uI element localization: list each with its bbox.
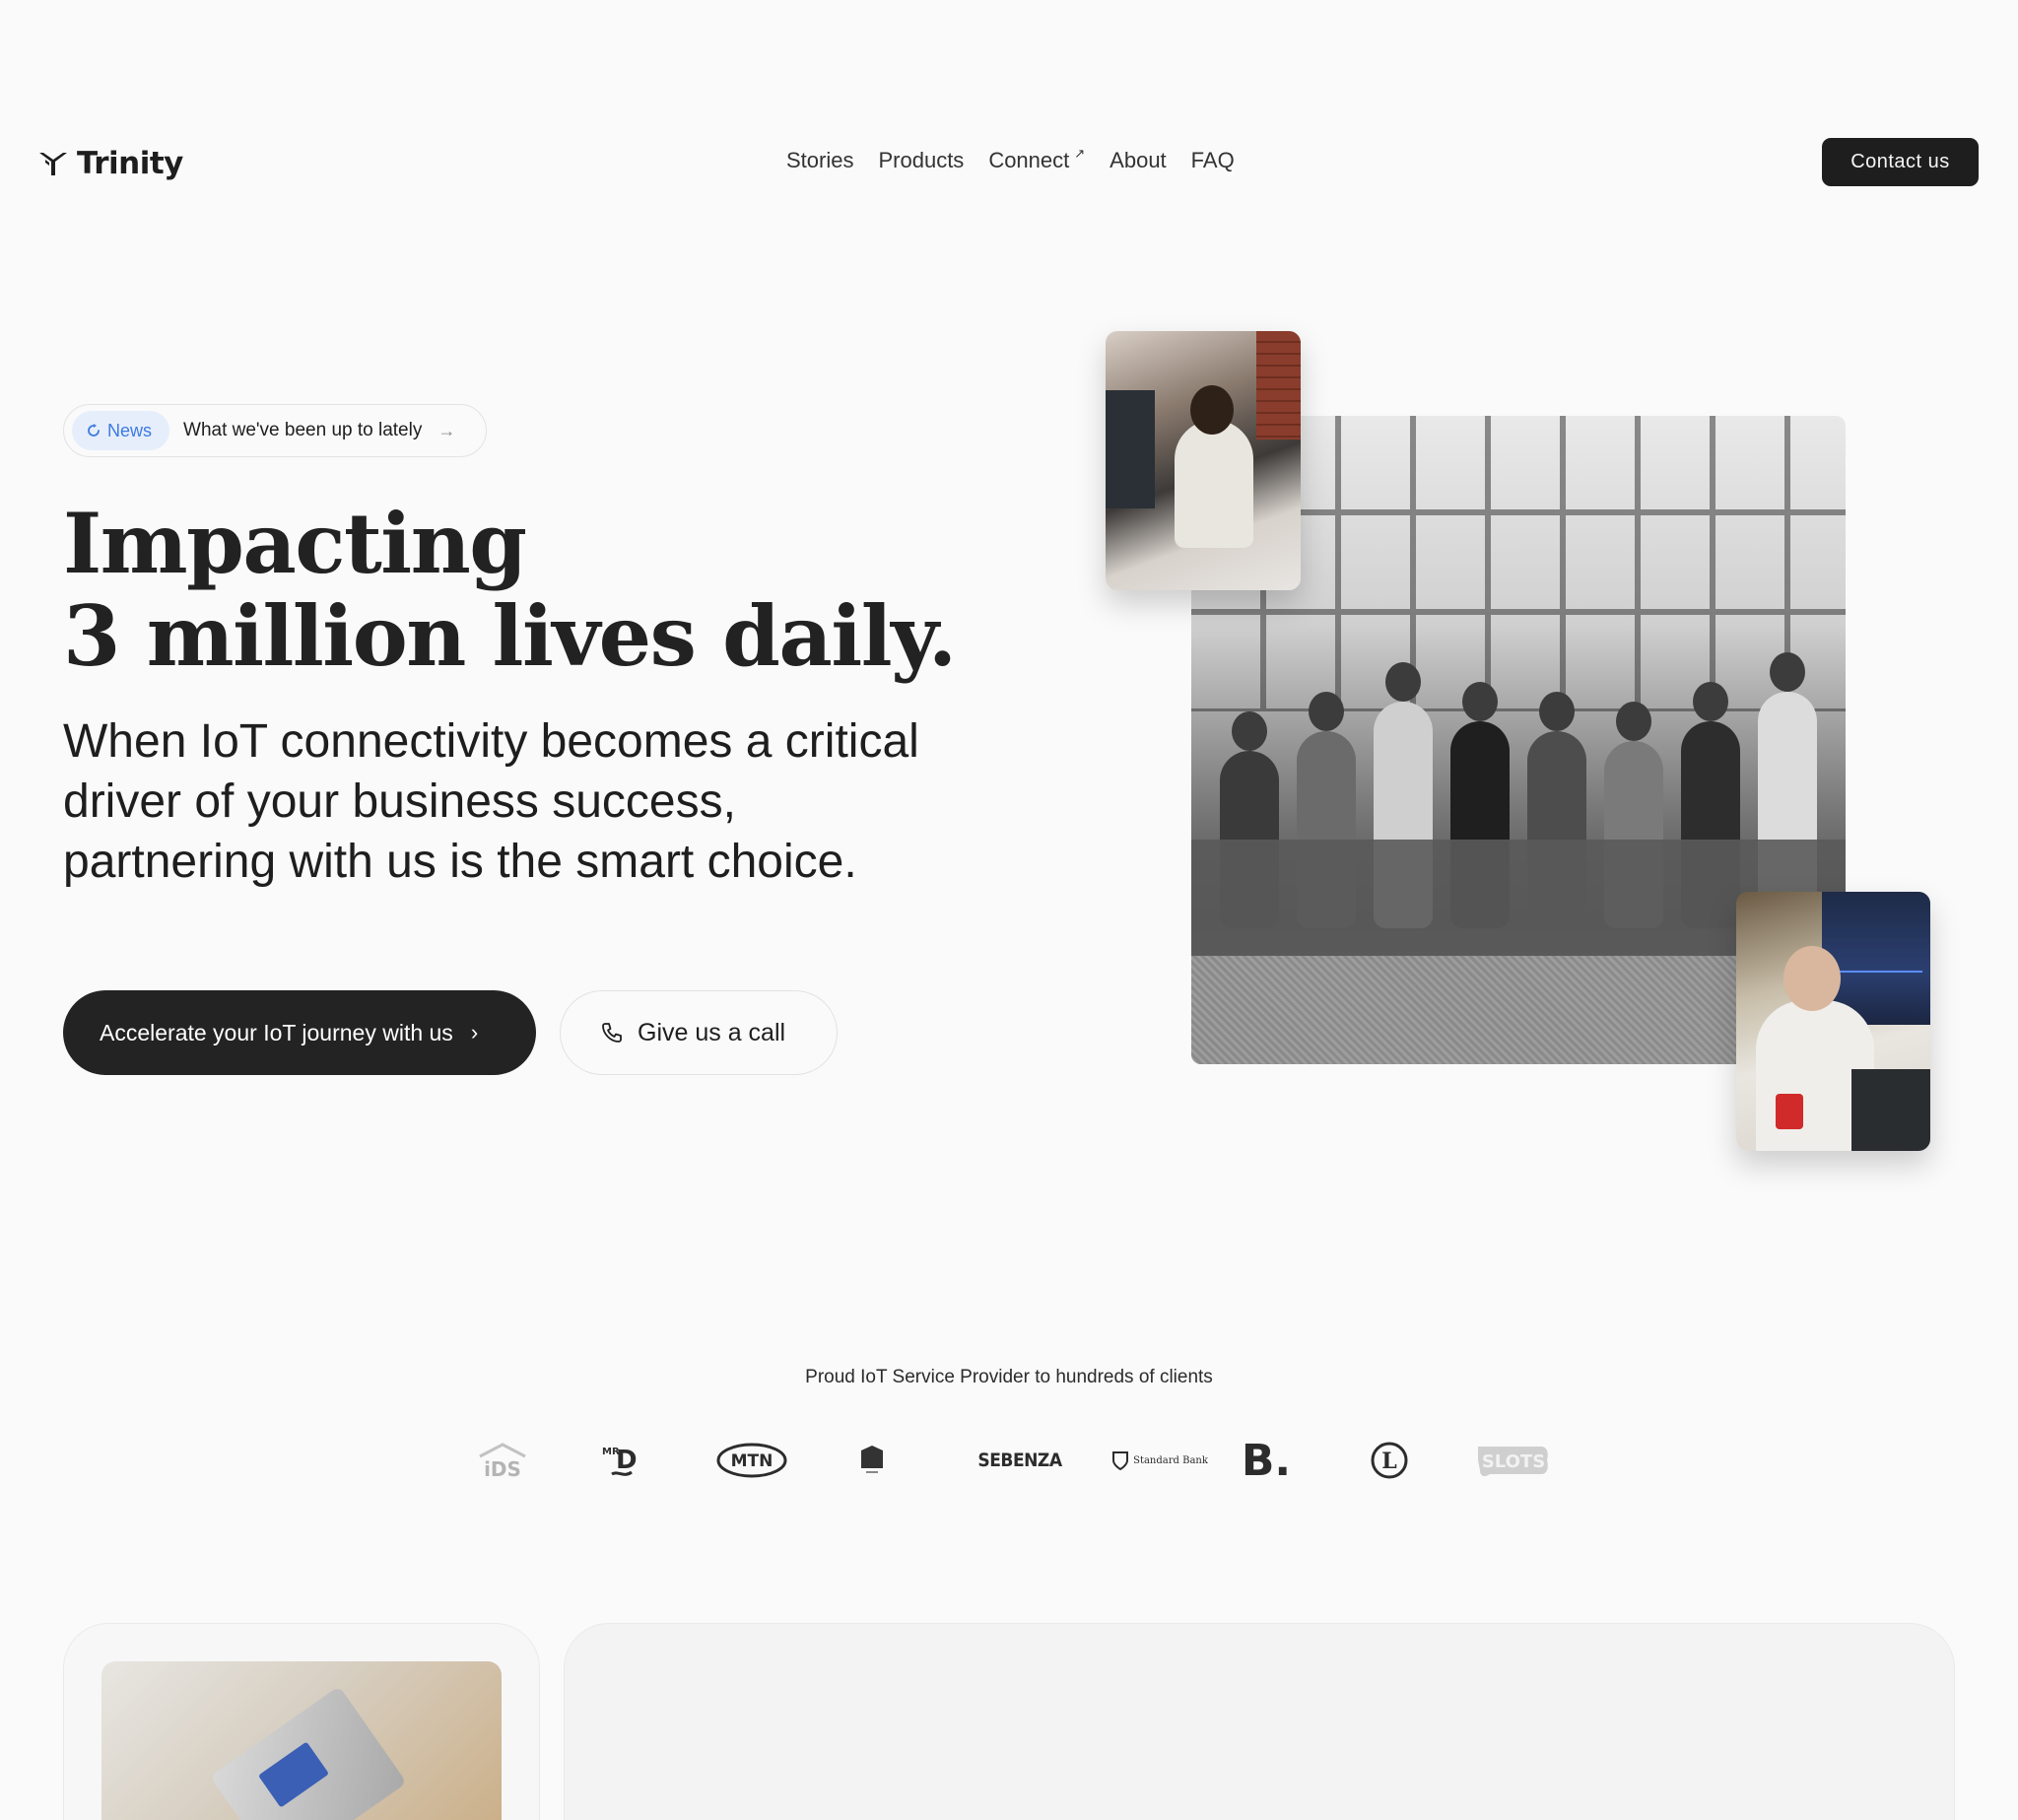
client-logos: iDS MR D MTN SEBENZA Standard Bank B. L	[473, 1435, 1557, 1486]
standard-bank-logo: Standard Bank	[1102, 1437, 1218, 1484]
news-pill-link[interactable]: News What we've been up to lately →	[63, 404, 487, 457]
phone-icon	[602, 1023, 622, 1043]
b-logo: B.	[1241, 1435, 1292, 1486]
office-worker-photo	[1106, 331, 1301, 590]
brand-name: Trinity	[77, 146, 183, 181]
l-logo: L	[1366, 1437, 1413, 1484]
nav-connect-label: Connect	[988, 148, 1070, 172]
slots-logo-text: SLOTS	[1482, 1451, 1545, 1472]
mtn-logo-text: MTN	[731, 1451, 774, 1471]
site-header: Trinity Stories Products Connect ↗ About …	[0, 128, 2018, 197]
accelerate-iot-label: Accelerate your IoT journey with us	[100, 1019, 453, 1045]
brand-logo[interactable]: Trinity	[37, 144, 183, 183]
give-us-a-call-label: Give us a call	[638, 1018, 786, 1046]
iot-device-photo	[101, 1661, 502, 1820]
shield-icon	[1112, 1451, 1129, 1471]
mr-d-logo-mark: MR D	[602, 1446, 638, 1476]
engineer-at-desk-photo	[1736, 892, 1930, 1151]
hero-headline: Impacting 3 million lives daily.	[63, 495, 957, 685]
chevron-right-icon: ›	[470, 1020, 479, 1045]
nav-faq[interactable]: FAQ	[1191, 148, 1235, 173]
ids-logo: iDS	[473, 1437, 532, 1484]
slots-logo-mark: SLOTS	[1478, 1447, 1548, 1477]
l-logo-text: L	[1381, 1449, 1396, 1474]
external-link-icon: ↗	[1074, 146, 1086, 161]
news-text: What we've been up to lately	[183, 420, 423, 440]
mr-d-logo: MR D	[597, 1437, 646, 1484]
nav-about[interactable]: About	[1110, 148, 1167, 173]
subheading-line-1: When IoT connectivity becomes a critical	[63, 715, 919, 768]
mtn-logo: MTN	[715, 1437, 788, 1484]
accelerate-iot-button[interactable]: Accelerate your IoT journey with us ›	[63, 990, 536, 1075]
clients-title: Proud IoT Service Provider to hundreds o…	[805, 1367, 1213, 1387]
news-tag-label: News	[107, 420, 153, 440]
emblem-logo	[855, 1437, 889, 1484]
headline-line-2: 3 million lives daily.	[63, 587, 957, 685]
nav-stories[interactable]: Stories	[786, 148, 853, 173]
l-logo-mark: L	[1371, 1442, 1408, 1479]
emblem-logo-mark	[861, 1446, 883, 1473]
svg-text:D: D	[616, 1446, 638, 1475]
hero-subheading: When IoT connectivity becomes a critical…	[63, 711, 989, 892]
main-nav: Stories Products Connect ↗ About FAQ	[786, 146, 1235, 173]
news-tag: News	[72, 411, 170, 450]
nav-connect[interactable]: Connect ↗	[988, 146, 1086, 173]
slots-logo: SLOTS	[1474, 1437, 1551, 1484]
arrow-right-icon: →	[437, 420, 456, 440]
subheading-line-3: partnering with us is the smart choice.	[63, 836, 857, 888]
trinity-logo-icon	[39, 153, 67, 175]
give-us-a-call-button[interactable]: Give us a call	[560, 990, 838, 1075]
feature-card-right	[564, 1623, 1955, 1820]
feature-card-left	[63, 1623, 540, 1820]
headline-line-1: Impacting	[63, 495, 527, 592]
subheading-line-2: driver of your business success,	[63, 775, 736, 828]
refresh-icon	[88, 424, 100, 437]
nav-products[interactable]: Products	[878, 148, 964, 173]
ids-logo-text: iDS	[484, 1457, 521, 1480]
mtn-logo-mark: MTN	[716, 1443, 787, 1478]
contact-us-button[interactable]: Contact us	[1822, 138, 1979, 186]
ids-logo-mark: iDS	[479, 1443, 526, 1480]
standard-bank-text: Standard Bank	[1133, 1454, 1208, 1466]
sebenza-logo: SEBENZA	[977, 1449, 1062, 1471]
